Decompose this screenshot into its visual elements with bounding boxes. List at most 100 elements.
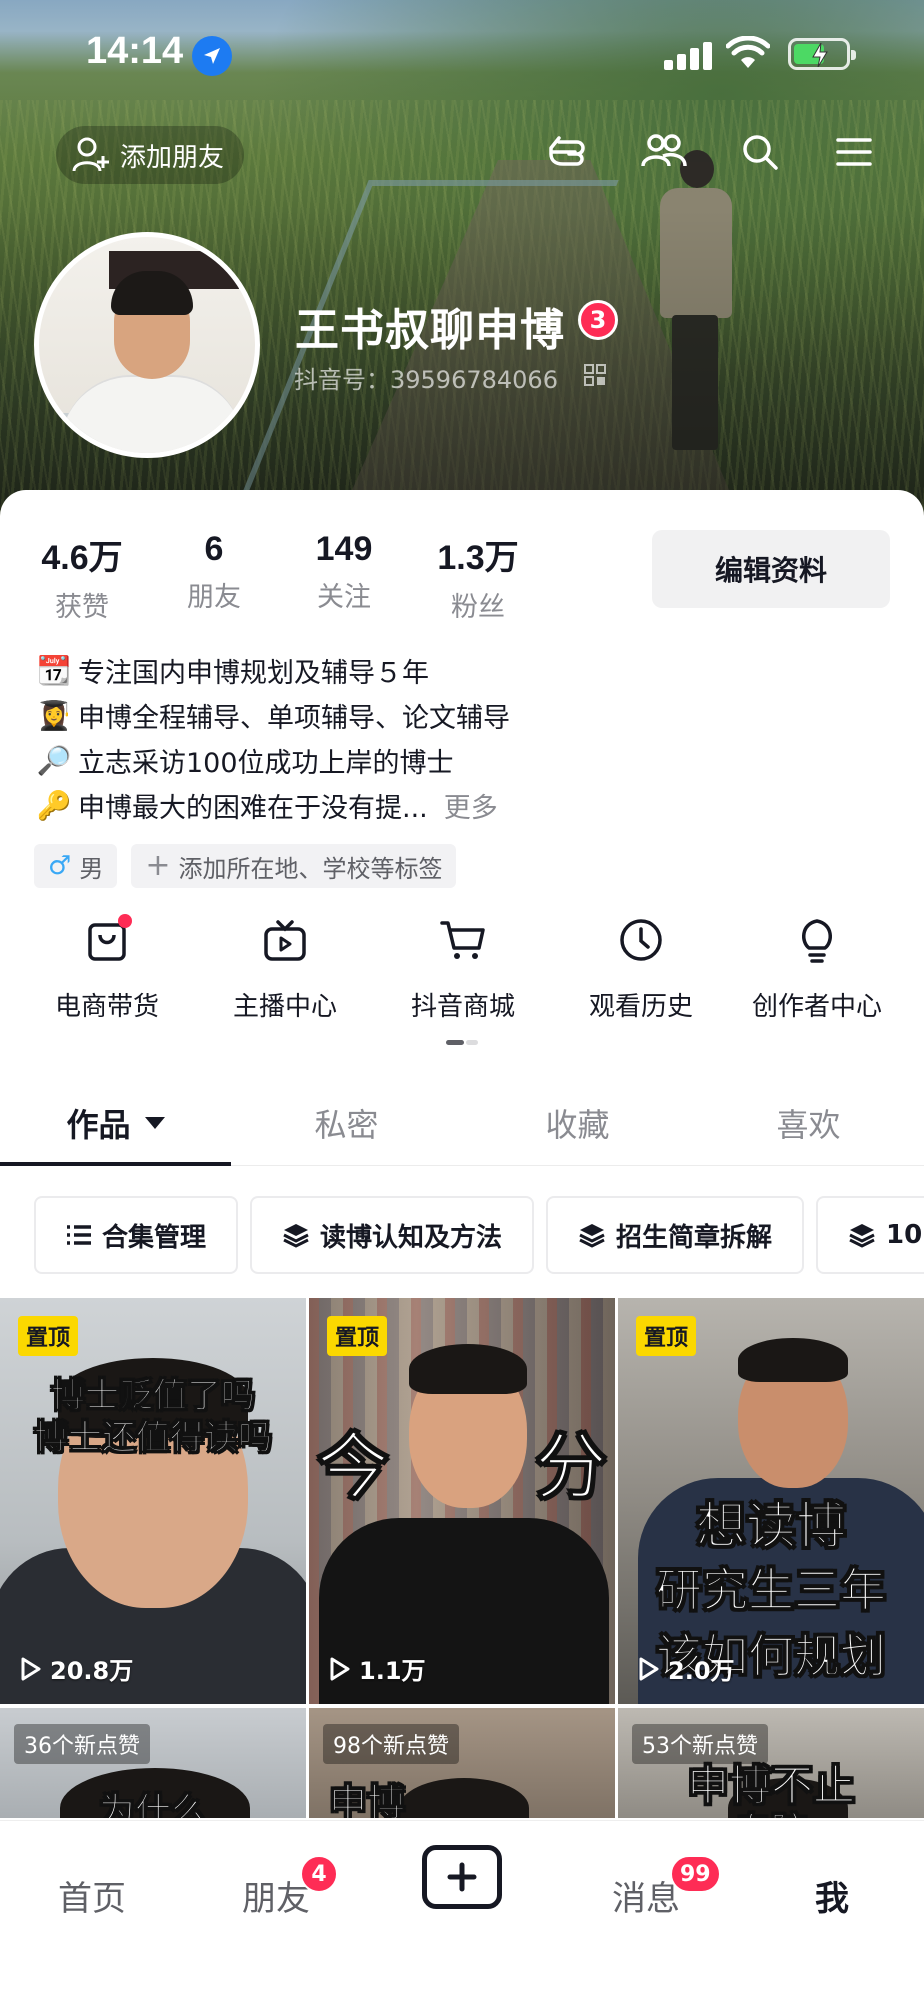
- video-caption: 分: [534, 1425, 607, 1510]
- lightbulb-icon: [728, 910, 906, 970]
- shortcut-mall[interactable]: 抖音商城: [374, 910, 552, 1023]
- add-friend-button[interactable]: 添加朋友: [56, 126, 245, 184]
- bio-line: 📆 专注国内申博规划及辅导５年: [34, 648, 894, 693]
- collection-label: 读博认知及方法: [320, 1222, 503, 1253]
- douyin-id[interactable]: 抖音号：39596784066: [294, 360, 558, 395]
- likes-count: 4.6万: [41, 539, 123, 577]
- video-caption: 博士还值得读吗: [34, 1418, 273, 1459]
- tab-private[interactable]: 私密: [231, 1080, 462, 1166]
- male-icon: ♂: [48, 851, 72, 881]
- bio-line: 🔑 申博最大的困难在于没有提... 更多: [34, 783, 894, 828]
- stack-icon: [283, 1224, 309, 1248]
- following-label: 关注: [317, 582, 371, 613]
- bio-text: 立志采访100位成功上岸的博士: [78, 748, 454, 779]
- collection-chips: 合集管理 读博认知及方法 招生简章拆解 10: [34, 1196, 924, 1276]
- collection-chip[interactable]: 读博认知及方法: [250, 1196, 535, 1274]
- video-card[interactable]: 置顶 博士贬值了吗 博士还值得读吗 20.8万: [0, 1298, 306, 1704]
- friends-label: 朋友: [187, 582, 241, 613]
- friends-icon[interactable]: [636, 124, 692, 180]
- nav-label: 消息: [612, 1879, 680, 1919]
- video-card[interactable]: 53个新点赞 申博不止 专院: [618, 1708, 924, 1818]
- video-caption: 专院: [618, 1802, 924, 1819]
- stat-likes[interactable]: 4.6万 获赞: [34, 530, 130, 624]
- play-count-value: 1.1万: [359, 1657, 426, 1685]
- collection-chip[interactable]: 招生简章拆解: [546, 1196, 805, 1274]
- stat-following[interactable]: 149 关注: [304, 530, 384, 624]
- tab-label: 私密: [314, 1106, 379, 1144]
- list-icon: [67, 1225, 91, 1245]
- nav-label: 朋友: [242, 1879, 310, 1919]
- collection-label: 招生简章拆解: [616, 1222, 773, 1253]
- bio-line: 👩‍🎓 申博全程辅导、单项辅导、论文辅导: [34, 693, 894, 738]
- cellular-signal-icon: [664, 40, 716, 70]
- shortcut-history[interactable]: 观看历史: [552, 910, 730, 1023]
- bio-line: 🔎 立志采访100位成功上岸的博士: [34, 738, 894, 783]
- nav-friends[interactable]: 朋友 4: [216, 1855, 338, 1920]
- nav-messages[interactable]: 消息 99: [586, 1855, 721, 1920]
- bio-text: 专注国内申博规划及辅导５年: [78, 658, 429, 689]
- followers-count: 1.3万: [437, 539, 519, 577]
- post-button[interactable]: [422, 1845, 502, 1909]
- gender-tag[interactable]: ♂ 男: [34, 844, 118, 888]
- profile-nickname[interactable]: 王书叔聊申博: [295, 294, 565, 358]
- tab-favorites[interactable]: 收藏: [462, 1080, 693, 1166]
- status-time: 14:14: [86, 30, 184, 72]
- tab-works[interactable]: 作品: [0, 1080, 231, 1166]
- tab-label: 作品: [66, 1106, 131, 1144]
- shortcut-ecommerce[interactable]: 电商带货: [18, 910, 196, 1023]
- stat-friends[interactable]: 6 朋友: [174, 530, 254, 624]
- tab-likes[interactable]: 喜欢: [693, 1080, 924, 1166]
- collection-chip[interactable]: 10: [816, 1196, 924, 1274]
- graduate-icon: 👩‍🎓: [36, 699, 72, 732]
- video-caption: 想读博: [696, 1497, 847, 1556]
- shortcut-label: 创作者中心: [751, 992, 882, 1022]
- likes-label: 获赞: [55, 592, 109, 623]
- stack-icon: [579, 1224, 605, 1248]
- stack-icon: [849, 1224, 875, 1248]
- tab-label: 收藏: [545, 1106, 610, 1144]
- shopping-bag-icon: [18, 910, 196, 970]
- video-card[interactable]: 置顶 想读博 研究生三年 该如何规划 2.0万: [618, 1298, 924, 1704]
- add-user-icon: [72, 137, 109, 172]
- bio-more-link[interactable]: 更多: [444, 786, 498, 825]
- shortcut-label: 观看历史: [588, 992, 693, 1022]
- shortcut-label: 电商带货: [54, 992, 159, 1022]
- play-count-value: 20.8万: [50, 1657, 134, 1685]
- gesture-icon[interactable]: [542, 124, 598, 180]
- play-icon: [639, 1657, 659, 1680]
- menu-icon[interactable]: [826, 124, 882, 180]
- nav-me[interactable]: 我: [772, 1871, 892, 1920]
- caret-down-icon: [144, 1117, 165, 1129]
- nav-label: 我: [815, 1879, 849, 1919]
- search-icon[interactable]: [732, 124, 788, 180]
- notification-badge[interactable]: 3: [578, 300, 618, 340]
- shortcut-row: 电商带货 主播中心 抖音商城 观看历史 创作者中心: [0, 910, 924, 1040]
- nav-label: 首页: [58, 1879, 126, 1919]
- gender-label: 男: [79, 854, 104, 883]
- messages-badge: 99: [670, 1855, 721, 1893]
- video-card[interactable]: 36个新点赞 为什么: [0, 1708, 306, 1818]
- video-caption: 今: [316, 1425, 390, 1510]
- bio[interactable]: 📆 专注国内申博规划及辅导５年 👩‍🎓 申博全程辅导、单项辅导、论文辅导 🔎 立…: [34, 648, 894, 828]
- video-card[interactable]: 置顶 今 分 1.1万: [309, 1298, 615, 1704]
- profile-panel: 4.6万 获赞 6 朋友 149 关注 1.3万 粉丝 编辑资料 📆 专注国内申…: [0, 490, 924, 1820]
- avatar[interactable]: [34, 232, 260, 458]
- shortcut-streamer-center[interactable]: 主播中心: [196, 910, 374, 1023]
- shortcut-creator-center[interactable]: 创作者中心: [728, 910, 906, 1023]
- cart-icon: [374, 910, 552, 970]
- stats-row: 4.6万 获赞 6 朋友 149 关注 1.3万 粉丝: [34, 530, 526, 624]
- add-tag-button[interactable]: + 添加所在地、学校等标签: [131, 844, 457, 888]
- wifi-icon: [726, 36, 770, 68]
- qr-code-icon[interactable]: [584, 364, 606, 386]
- location-arrow-icon: [192, 36, 232, 76]
- add-tag-label: 添加所在地、学校等标签: [178, 854, 443, 883]
- clock-icon: [552, 910, 730, 970]
- video-card[interactable]: 98个新点赞 申博: [309, 1708, 615, 1818]
- stat-followers[interactable]: 1.3万 粉丝: [430, 530, 526, 624]
- add-friend-label: 添加朋友: [120, 142, 225, 173]
- collection-manage-chip[interactable]: 合集管理: [34, 1196, 239, 1274]
- edit-profile-button[interactable]: 编辑资料: [652, 530, 890, 608]
- tab-label: 喜欢: [776, 1106, 841, 1144]
- nav-home[interactable]: 首页: [32, 1871, 152, 1920]
- play-icon: [330, 1657, 350, 1680]
